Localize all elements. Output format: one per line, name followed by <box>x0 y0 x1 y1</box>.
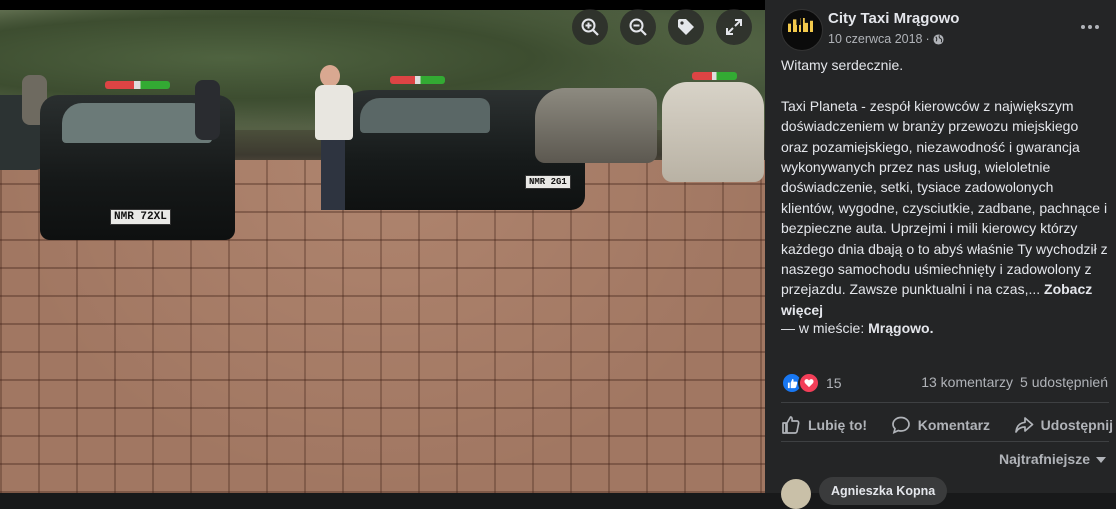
photo-person-dark <box>195 80 220 140</box>
share-button[interactable]: Udostępnij <box>1014 415 1113 435</box>
comment-button[interactable]: Komentarz <box>891 415 990 435</box>
shares-count-link[interactable]: 5 udostępnień <box>1020 374 1108 390</box>
page-name-link[interactable]: City Taxi Mrągowo <box>828 10 959 27</box>
globe-icon <box>933 33 944 45</box>
more-options-button[interactable] <box>1077 14 1103 40</box>
page-avatar[interactable] <box>781 9 823 51</box>
photo-person-driver <box>315 65 355 210</box>
comment-sort-label: Najtrafniejsze <box>998 451 1090 467</box>
date-separator: · <box>925 32 930 46</box>
post-location: — w mieście: Mrągowo. <box>781 320 933 336</box>
post-paragraph-2: Taxi Planeta - zespół kierowców z najwię… <box>781 97 1108 318</box>
comment-sort-dropdown[interactable]: Najtrafniejsze <box>999 451 1106 467</box>
actions-top-divider <box>781 402 1109 403</box>
tag-icon <box>678 19 694 35</box>
reaction-count: 15 <box>826 375 842 391</box>
commenter-avatar[interactable] <box>781 479 811 509</box>
share-button-label: Udostępnij <box>1040 417 1113 433</box>
caret-down-icon <box>1096 457 1106 463</box>
post-body: Witamy serdecznie. Taxi Planeta - zespół… <box>781 55 1109 320</box>
photo-car-white <box>662 72 764 182</box>
like-button[interactable]: Lubię to! <box>781 415 867 435</box>
actions-bottom-divider <box>781 441 1109 442</box>
comment-author-name[interactable]: Agnieszka Kopna <box>819 477 948 505</box>
post-side-panel: City Taxi Mrągowo 10 czerwca 2018 · Wita… <box>765 0 1116 509</box>
comment-button-label: Komentarz <box>917 417 991 433</box>
like-button-label: Lubię to! <box>808 417 868 433</box>
post-actions-bar: Lubię to! Komentarz Udostępnij <box>781 410 1113 440</box>
post-photo[interactable]: NMR 72XL NMR 2G1 <box>0 10 765 493</box>
tag-photo-button[interactable] <box>668 9 704 45</box>
post-timestamp[interactable]: 10 czerwca 2018 · <box>828 32 944 46</box>
reactions-summary[interactable]: 15 <box>781 372 842 394</box>
zoom-out-icon <box>629 18 647 36</box>
fullscreen-icon <box>726 19 742 35</box>
photo-plate-1: NMR 72XL <box>110 209 171 225</box>
zoom-in-button[interactable] <box>572 9 608 45</box>
photo-plate-2: NMR 2G1 <box>525 175 571 189</box>
zoom-out-button[interactable] <box>620 9 656 45</box>
engagement-stats: 13 komentarzy 5 udostępnień <box>921 374 1108 390</box>
thumbs-up-icon <box>782 416 800 434</box>
location-link[interactable]: Mrągowo. <box>868 320 933 336</box>
love-reaction-icon <box>798 372 820 394</box>
comments-count-link[interactable]: 13 komentarzy <box>921 374 1013 390</box>
comment-icon <box>891 416 910 435</box>
zoom-in-icon <box>581 18 599 36</box>
post-paragraph-1: Witamy serdecznie. <box>781 57 904 73</box>
location-prefix: — w mieście: <box>781 320 865 336</box>
post-date-text: 10 czerwca 2018 <box>828 32 923 46</box>
photo-car-grey <box>535 88 657 163</box>
logo-skyline-icon <box>788 18 816 32</box>
photo-viewer: NMR 72XL NMR 2G1 <box>0 0 765 493</box>
share-icon <box>1014 417 1034 433</box>
fullscreen-button[interactable] <box>716 9 752 45</box>
